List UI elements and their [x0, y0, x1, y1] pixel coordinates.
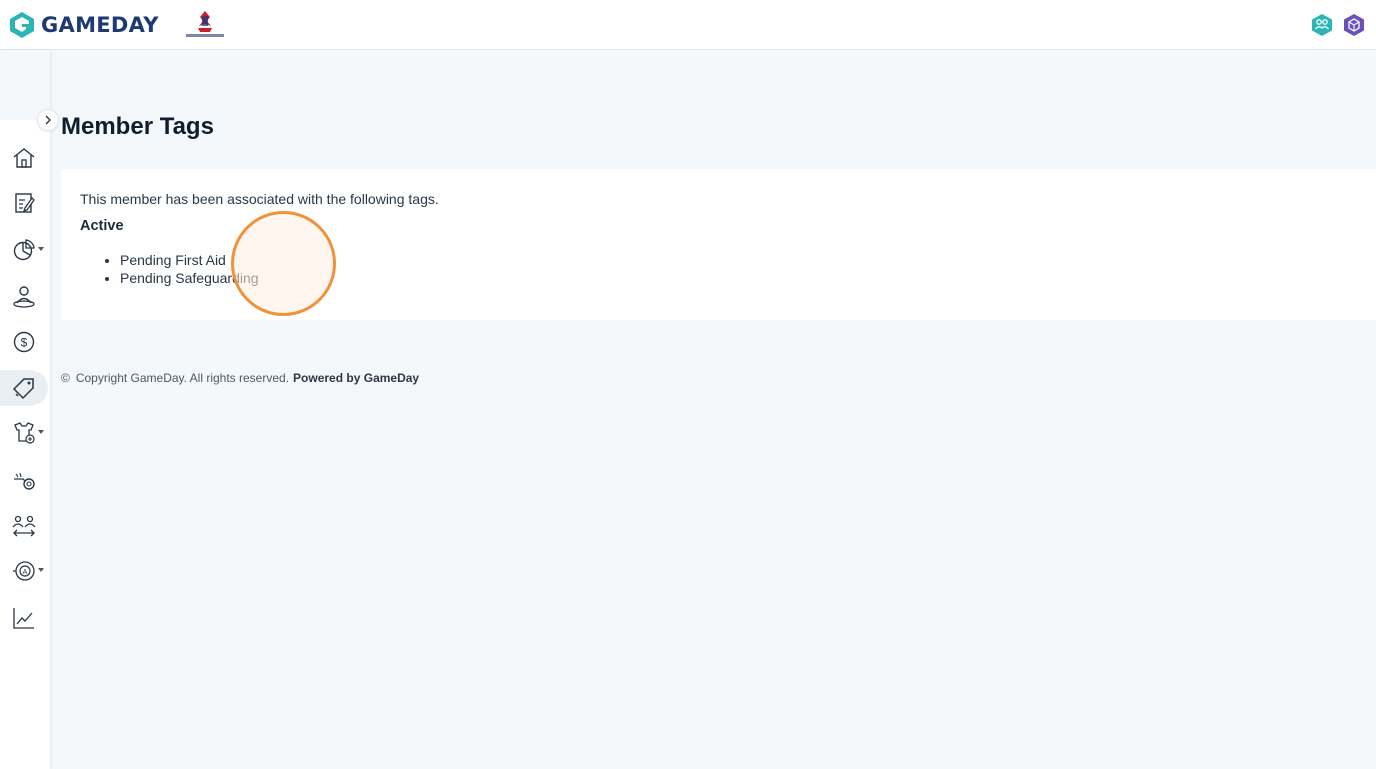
sidebar-item-teams[interactable] [0, 415, 50, 451]
sidebar-item-forms[interactable] [0, 185, 50, 221]
sidebar-item-members[interactable] [0, 278, 50, 314]
sidebar-item-payments[interactable]: $ [0, 324, 50, 360]
gameday-logo-mark-icon [10, 12, 34, 38]
jersey-add-icon [14, 422, 35, 444]
reports-pie-icon [13, 239, 35, 261]
chevron-down-icon [38, 568, 44, 572]
list-item: Pending Safeguarding [120, 269, 259, 287]
sidebar-expand-button[interactable] [37, 109, 59, 131]
svg-text:A: A [23, 569, 28, 576]
dollar-icon: $ [13, 331, 35, 353]
page-title: Member Tags [61, 113, 214, 140]
sidebar-item-reports[interactable] [0, 232, 50, 268]
ice-hockey-uk-logo[interactable] [184, 8, 226, 42]
powered-by-link[interactable]: Powered by GameDay [293, 371, 419, 385]
copyright-icon: © [61, 371, 70, 385]
active-tags-list: Pending First Aid Pending Safeguarding [120, 251, 259, 287]
footer: © Copyright GameDay. All rights reserved… [61, 371, 419, 385]
sidebar-item-transfers[interactable] [0, 508, 50, 544]
sidebar-item-officials[interactable] [0, 463, 50, 499]
analytics-icon [13, 608, 34, 629]
active-tags-heading: Active [80, 218, 124, 234]
sidebar-item-tags[interactable] [0, 370, 48, 406]
copyright-text: Copyright GameDay. All rights reserved. [75, 371, 290, 385]
sidebar-item-accreditation[interactable]: A [0, 553, 50, 589]
top-header: GAMEDAY [0, 0, 1376, 50]
tags-intro-text: This member has been associated with the… [80, 191, 439, 207]
svg-text:$: $ [21, 336, 28, 350]
accreditation-icon: A [13, 561, 35, 581]
member-tags-card: This member has been associated with the… [61, 169, 1376, 320]
sidebar-item-home[interactable] [0, 140, 50, 176]
sidebar-item-analytics[interactable] [0, 600, 50, 636]
transfers-icon [12, 515, 36, 537]
whistle-icon [14, 472, 35, 490]
tags-icon [12, 378, 34, 400]
sidebar: $ A [0, 50, 50, 769]
chevron-right-icon [45, 115, 51, 125]
form-edit-icon [15, 193, 35, 213]
chevron-down-icon [38, 247, 44, 251]
member-location-icon [13, 286, 35, 308]
brand-name: GAMEDAY [41, 13, 159, 37]
gameday-logo[interactable]: GAMEDAY [9, 10, 159, 40]
profile-hex-icon[interactable] [1343, 13, 1365, 37]
members-hex-icon[interactable] [1311, 13, 1333, 37]
home-icon [13, 148, 35, 168]
chevron-down-icon [38, 430, 44, 434]
list-item: Pending First Aid [120, 251, 259, 269]
